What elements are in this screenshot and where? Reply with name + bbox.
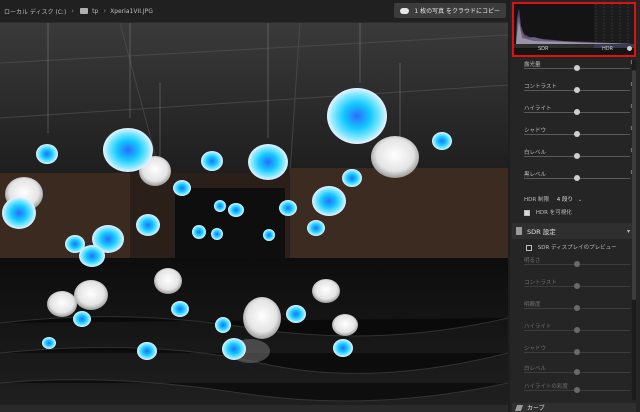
slider-contrast[interactable]: コントラスト 0 (524, 80, 636, 96)
hdr-limit-value[interactable]: 4 段り (557, 197, 573, 203)
slider-handle[interactable] (574, 369, 580, 375)
slider-handle[interactable] (574, 109, 580, 115)
slider-shadows[interactable]: シャドウ 0 (524, 124, 636, 140)
slider-label: 明瞭度 (524, 302, 541, 308)
sdr-slider-contrast[interactable]: コントラスト (524, 276, 636, 292)
slider-label: ハイライト (524, 106, 552, 112)
folder-icon (80, 8, 89, 14)
sdr-preview-row[interactable]: SDR ディスプレイのプレビュー (526, 243, 617, 251)
slider-whites[interactable]: 白レベル 0 (524, 146, 636, 162)
top-bar: ローカル ディスク (C:) › tp › Xperia1VII.JPG 1 枚… (0, 0, 508, 23)
photo-viewer[interactable] (0, 23, 508, 405)
hdr-visualize-row[interactable]: HDR を可視化 (524, 208, 572, 216)
sdr-slider-whites[interactable]: 白レベル (524, 362, 636, 378)
slider-handle[interactable] (574, 387, 580, 393)
slider-label: 白レベル (524, 150, 547, 156)
breadcrumb-folder[interactable]: tp (92, 8, 98, 15)
slider-handle[interactable] (574, 87, 580, 93)
sdr-preview-checkbox[interactable] (526, 244, 532, 251)
slider-handle[interactable] (574, 327, 580, 333)
hdr-limit-row[interactable]: HDR 制限 4 段り ⌄ (524, 195, 582, 203)
hdr-visualize-label: HDR を可視化 (535, 210, 572, 216)
sdr-preview-label: SDR ディスプレイのプレビュー (537, 245, 617, 251)
sdr-slider-clarity[interactable]: 明瞭度 (524, 298, 636, 314)
curve-section-title: カーブ (527, 405, 545, 412)
slider-handle[interactable] (574, 349, 580, 355)
curve-section-header[interactable]: カーブ (512, 403, 636, 412)
sdr-slider-highlight-saturation[interactable]: ハイライトの彩度 (524, 380, 636, 396)
sdr-slider-brightness[interactable]: 明るさ (524, 254, 636, 270)
hdr-visualize-checkbox[interactable] (524, 209, 530, 216)
panel-scrollbar-thumb[interactable] (632, 70, 636, 300)
histogram-graph (514, 4, 634, 55)
slider-handle[interactable] (574, 261, 580, 267)
breadcrumb-separator: › (103, 7, 107, 15)
hdr-limit-label: HDR 制限 (524, 197, 549, 203)
cloud-upload-icon (400, 7, 410, 14)
slider-blacks[interactable]: 黒レベル 0 (524, 168, 636, 184)
sdr-settings-icon (516, 227, 522, 235)
sdr-settings-header[interactable]: SDR 設定 ▾ (512, 223, 636, 239)
breadcrumb-file[interactable]: Xperia1VII.JPG (110, 8, 153, 15)
sdr-settings-title: SDR 設定 (527, 228, 556, 236)
slider-handle[interactable] (574, 175, 580, 181)
slider-label: コントラスト (524, 280, 557, 286)
chevron-down-icon[interactable]: ▾ (627, 228, 630, 235)
slider-label: シャドウ (524, 128, 547, 134)
slider-handle[interactable] (574, 283, 580, 289)
breadcrumb-drive[interactable]: ローカル ディスク (C:) (4, 7, 66, 16)
sdr-slider-highlights[interactable]: ハイライト (524, 320, 636, 336)
slider-label: 露光量 (524, 62, 541, 68)
breadcrumb-separator: › (71, 7, 75, 15)
histogram[interactable]: SDR HDR (512, 2, 636, 57)
histogram-hdr-label: HDR (602, 46, 614, 52)
panel-scrollbar[interactable] (632, 60, 636, 400)
histogram-sdr-label: SDR (538, 46, 549, 52)
photo-image (0, 23, 508, 405)
copy-to-cloud-button[interactable]: 1 枚の写真 をクラウドにコピー (394, 3, 506, 18)
slider-label: 明るさ (524, 258, 541, 264)
curve-icon (514, 404, 524, 411)
info-icon[interactable] (627, 46, 632, 51)
slider-label: 黒レベル (524, 172, 547, 178)
copy-to-cloud-label: 1 枚の写真 をクラウドにコピー (414, 8, 500, 15)
slider-label: ハイライト (524, 324, 552, 330)
slider-handle[interactable] (574, 153, 580, 159)
slider-exposure[interactable]: 露光量 0 (524, 58, 636, 74)
filmstrip-bar[interactable] (0, 405, 508, 412)
chevron-down-icon[interactable]: ⌄ (578, 197, 583, 203)
slider-handle[interactable] (574, 131, 580, 137)
sdr-slider-shadows[interactable]: シャドウ (524, 342, 636, 358)
slider-label: シャドウ (524, 346, 547, 352)
slider-handle[interactable] (574, 65, 580, 71)
slider-handle[interactable] (574, 305, 580, 311)
slider-label: ハイライトの彩度 (524, 384, 568, 390)
slider-highlights[interactable]: ハイライト 0 (524, 102, 636, 118)
slider-label: 白レベル (524, 366, 547, 372)
slider-label: コントラスト (524, 84, 557, 90)
